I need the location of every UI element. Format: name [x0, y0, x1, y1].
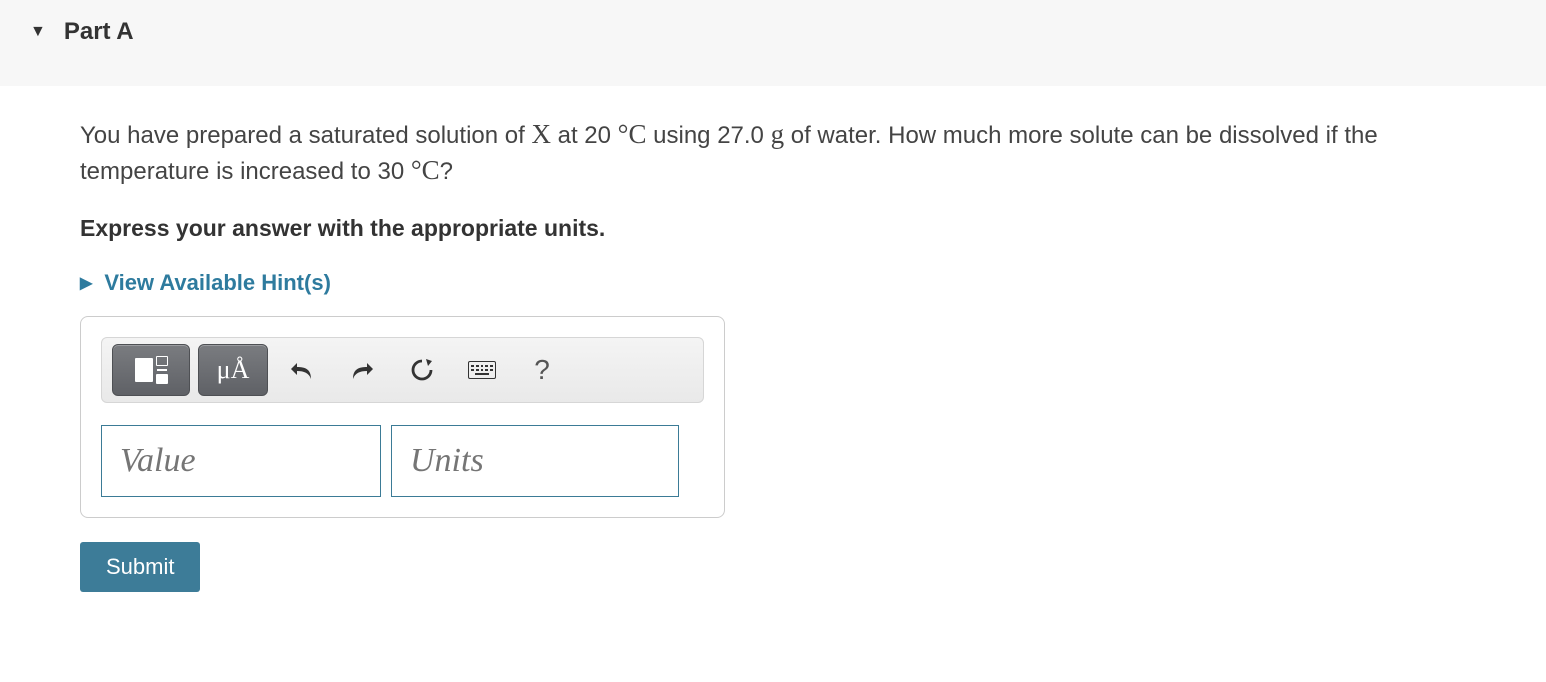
help-button[interactable]: ?	[516, 344, 568, 396]
inputs-row	[101, 425, 704, 497]
q-var-x: X	[531, 119, 551, 149]
submit-button[interactable]: Submit	[80, 542, 200, 592]
q-pre: You have prepared a saturated solution o…	[80, 122, 531, 149]
q-mid: using 27.0	[646, 122, 770, 149]
special-chars-button[interactable]: μÅ	[198, 344, 268, 396]
templates-button[interactable]	[112, 344, 190, 396]
reset-button[interactable]	[396, 344, 448, 396]
units-input[interactable]	[391, 425, 679, 497]
q-deg2: °C	[411, 155, 440, 185]
caret-down-icon: ▼	[30, 23, 46, 41]
answer-box: μÅ	[80, 316, 725, 518]
question-text: You have prepared a saturated solution o…	[80, 116, 1440, 189]
template-icon	[135, 356, 168, 384]
part-title: Part A	[64, 18, 134, 46]
caret-right-icon: ▶	[80, 273, 92, 293]
undo-icon	[288, 358, 316, 382]
help-icon: ?	[534, 354, 550, 386]
equation-toolbar: μÅ	[101, 337, 704, 403]
reset-icon	[408, 356, 436, 384]
content-area: You have prepared a saturated solution o…	[0, 86, 1440, 612]
keyboard-button[interactable]	[456, 344, 508, 396]
redo-button[interactable]	[336, 344, 388, 396]
hints-label: View Available Hint(s)	[104, 270, 331, 296]
mu-a-icon: μÅ	[217, 355, 250, 385]
value-input[interactable]	[101, 425, 381, 497]
q-at: at 20	[551, 122, 618, 149]
view-hints-toggle[interactable]: ▶ View Available Hint(s)	[80, 270, 1440, 296]
redo-icon	[348, 358, 376, 382]
q-g: g	[771, 119, 785, 149]
undo-button[interactable]	[276, 344, 328, 396]
instruction-text: Express your answer with the appropriate…	[80, 215, 1440, 242]
q-qmark: ?	[440, 158, 453, 185]
part-header[interactable]: ▼ Part A	[0, 0, 1546, 86]
keyboard-icon	[468, 361, 496, 379]
q-deg1: °C	[618, 119, 647, 149]
